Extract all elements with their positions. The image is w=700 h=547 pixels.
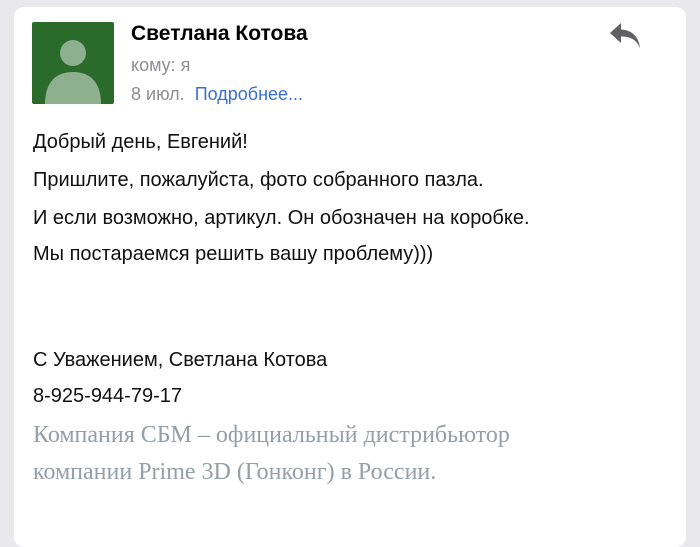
signature-company-line-2: компании Prime 3D (Гонконг) в России. <box>33 459 437 485</box>
sender-name[interactable]: Светлана Котова <box>131 22 308 46</box>
email-date: 8 июл. <box>131 84 185 104</box>
meta-line: 8 июл. Подробнее... <box>131 84 303 105</box>
body-line-3: Мы постараемся решить вашу проблему))) <box>33 243 434 265</box>
email-card: Светлана Котова кому: я 8 июл. Подробнее.… <box>14 7 686 547</box>
reply-button[interactable] <box>608 21 644 51</box>
avatar[interactable] <box>32 22 114 104</box>
recipient-line: кому: я <box>131 55 191 75</box>
person-avatar-icon <box>45 40 101 104</box>
reply-arrow-icon <box>610 23 640 48</box>
body-line-2: И если возможно, артикул. Он обозначен н… <box>33 207 530 229</box>
signature-phone[interactable]: 8-925-944-79-17 <box>33 385 182 408</box>
signature-regards: С Уважением, Светлана Котова <box>33 349 328 371</box>
body-line-1: Пришлите, пожалуйста, фото собранного па… <box>33 169 484 191</box>
signature-company-line-1: Компания СБМ – официальный дистрибьютор <box>33 422 510 448</box>
greeting-text: Добрый день, Евгений! <box>33 131 248 153</box>
details-link[interactable]: Подробнее... <box>195 84 303 104</box>
